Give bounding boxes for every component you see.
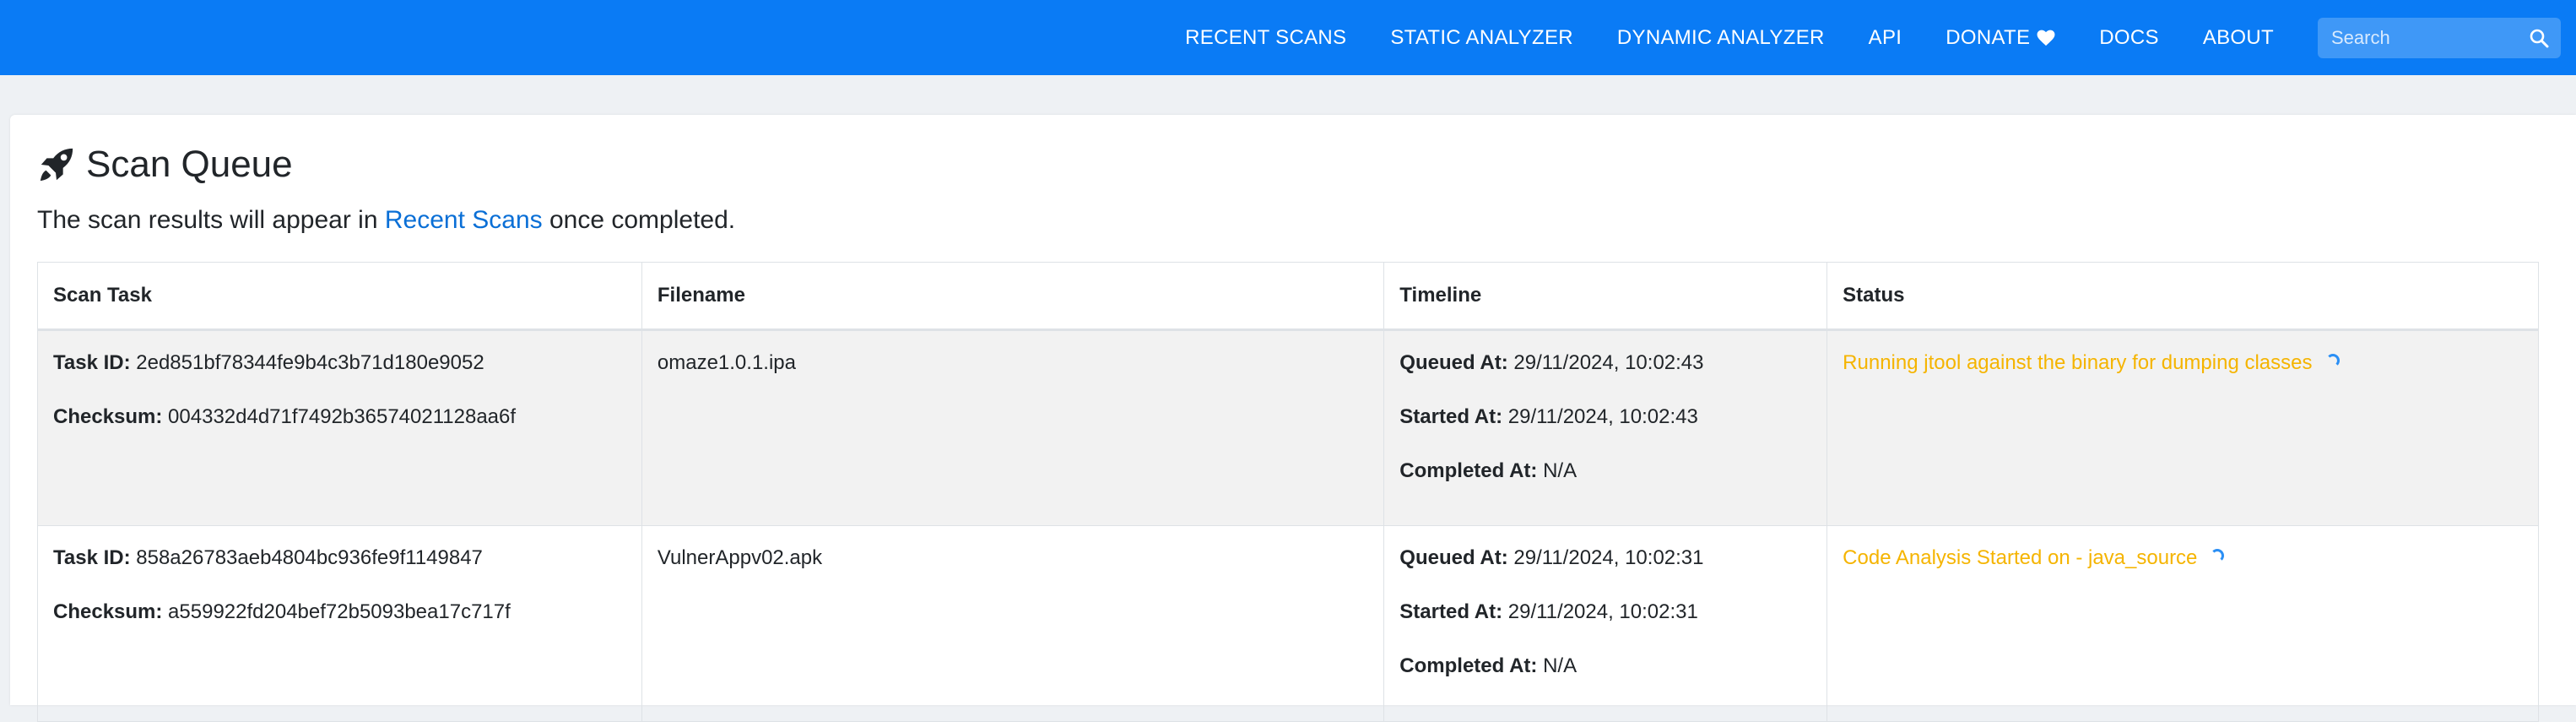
nav-recent-scans[interactable]: RECENT SCANS	[1163, 26, 1368, 50]
page-title: Scan Queue	[86, 144, 293, 185]
completed-value: N/A	[1543, 459, 1578, 482]
task-id-line: Task ID: 858a26783aeb4804bc936fe9f114984…	[53, 545, 626, 572]
task-id-label: Task ID:	[53, 351, 131, 374]
checksum-line: Checksum: a559922fd204bef72b5093bea17c71…	[53, 599, 626, 626]
queued-line: Queued At: 29/11/2024, 10:02:43	[1399, 350, 1811, 377]
task-id-label: Task ID:	[53, 546, 131, 569]
scan-task-cell: Task ID: 2ed851bf78344fe9b4c3b71d180e905…	[37, 329, 642, 526]
header-timeline: Timeline	[1383, 262, 1828, 331]
checksum-value: 004332d4d71f7492b36574021128aa6f	[168, 405, 517, 428]
nav-docs[interactable]: DOCS	[2077, 26, 2181, 50]
checksum-value: a559922fd204bef72b5093bea17c717f	[168, 600, 511, 623]
started-value: 29/11/2024, 10:02:43	[1507, 405, 1698, 428]
started-line: Started At: 29/11/2024, 10:02:31	[1399, 599, 1811, 626]
top-navbar: RECENT SCANS STATIC ANALYZER DYNAMIC ANA…	[0, 0, 2576, 75]
heart-icon	[2037, 30, 2055, 46]
status-text: Running jtool against the binary for dum…	[1843, 351, 2313, 374]
nav-links: RECENT SCANS STATIC ANALYZER DYNAMIC ANA…	[1163, 0, 2296, 75]
task-id-value: 858a26783aeb4804bc936fe9f1149847	[136, 546, 483, 569]
status-cell: Running jtool against the binary for dum…	[1826, 329, 2539, 526]
queued-label: Queued At:	[1399, 351, 1508, 374]
started-line: Started At: 29/11/2024, 10:02:43	[1399, 404, 1811, 431]
completed-line: Completed At: N/A	[1399, 653, 1811, 680]
task-id-value: 2ed851bf78344fe9b4c3b71d180e9052	[136, 351, 484, 374]
title-row: Scan Queue	[37, 144, 293, 186]
started-label: Started At:	[1399, 600, 1503, 623]
nav-dynamic-analyzer[interactable]: DYNAMIC ANALYZER	[1595, 26, 1847, 50]
scan-task-cell: Task ID: 858a26783aeb4804bc936fe9f114984…	[37, 525, 642, 722]
content-card: Scan Queue The scan results will appear …	[10, 115, 2576, 722]
completed-label: Completed At:	[1399, 654, 1538, 677]
timeline-cell: Queued At: 29/11/2024, 10:02:31 Started …	[1383, 525, 1828, 722]
status-text: Code Analysis Started on - java_source	[1843, 546, 2198, 569]
completed-line: Completed At: N/A	[1399, 458, 1811, 485]
spinner-icon	[2325, 354, 2340, 367]
table-row: Task ID: 858a26783aeb4804bc936fe9f114984…	[37, 525, 2539, 722]
timeline-cell: Queued At: 29/11/2024, 10:02:43 Started …	[1383, 329, 1828, 526]
table-header-row: Scan Task Filename Timeline Status	[37, 262, 2539, 331]
nav-api[interactable]: API	[1847, 26, 1924, 50]
header-status: Status	[1826, 262, 2539, 331]
checksum-line: Checksum: 004332d4d71f7492b36574021128aa…	[53, 404, 626, 431]
nav-static-analyzer[interactable]: STATIC ANALYZER	[1368, 26, 1595, 50]
filename-value: VulnerAppv02.apk	[657, 546, 823, 569]
queued-label: Queued At:	[1399, 546, 1508, 569]
status-line: Running jtool against the binary for dum…	[1843, 350, 2523, 377]
queued-value: 29/11/2024, 10:02:43	[1513, 351, 1704, 374]
subtitle-text-after: once completed.	[542, 206, 736, 234]
page-subtitle: The scan results will appear in Recent S…	[37, 206, 735, 235]
started-label: Started At:	[1399, 405, 1503, 428]
task-id-line: Task ID: 2ed851bf78344fe9b4c3b71d180e905…	[53, 350, 626, 377]
subtitle-text-before: The scan results will appear in	[37, 206, 385, 234]
status-cell: Code Analysis Started on - java_source	[1826, 525, 2539, 722]
search-box	[2318, 17, 2561, 58]
checksum-label: Checksum:	[53, 600, 163, 623]
search-icon[interactable]	[2529, 28, 2549, 48]
status-line: Code Analysis Started on - java_source	[1843, 545, 2523, 572]
header-scan-task: Scan Task	[37, 262, 642, 331]
checksum-label: Checksum:	[53, 405, 163, 428]
rocket-icon	[40, 148, 73, 182]
queued-line: Queued At: 29/11/2024, 10:02:31	[1399, 545, 1811, 572]
search-input[interactable]	[2331, 26, 2517, 49]
nav-donate[interactable]: DONATE	[1924, 26, 2077, 50]
recent-scans-link[interactable]: Recent Scans	[385, 206, 543, 234]
spinner-icon	[2211, 549, 2225, 562]
scan-queue-table: Scan Task Filename Timeline Status Task …	[37, 262, 2539, 722]
filename-cell: omaze1.0.1.ipa	[641, 329, 1385, 526]
completed-label: Completed At:	[1399, 459, 1538, 482]
table-row: Task ID: 2ed851bf78344fe9b4c3b71d180e905…	[37, 329, 2539, 526]
nav-about[interactable]: ABOUT	[2181, 26, 2296, 50]
nav-donate-label: DONATE	[1946, 25, 2031, 49]
filename-cell: VulnerAppv02.apk	[641, 525, 1385, 722]
completed-value: N/A	[1543, 654, 1578, 677]
started-value: 29/11/2024, 10:02:31	[1507, 600, 1698, 623]
header-filename: Filename	[641, 262, 1385, 331]
queued-value: 29/11/2024, 10:02:31	[1513, 546, 1704, 569]
filename-value: omaze1.0.1.ipa	[657, 351, 796, 374]
